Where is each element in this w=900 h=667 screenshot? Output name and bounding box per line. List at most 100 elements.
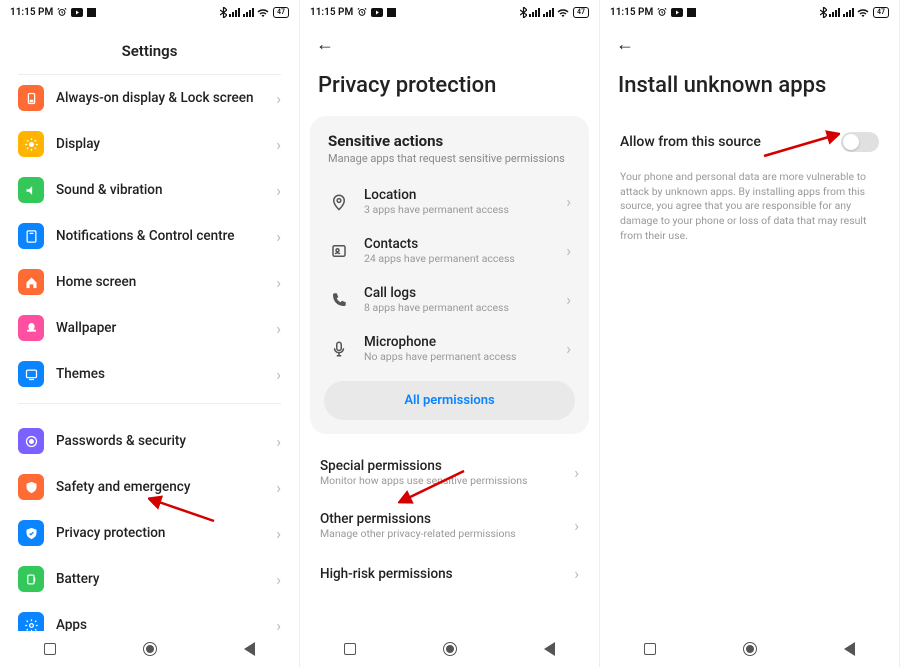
wifi-icon [557, 8, 569, 17]
wifi-icon [257, 8, 269, 17]
bluetooth-icon [220, 7, 227, 18]
chevron-right-icon: › [574, 516, 579, 535]
category-desc: Manage other privacy-related permissions [320, 527, 516, 540]
permission-icon [328, 291, 350, 309]
chevron-right-icon: › [566, 241, 571, 260]
settings-item-icon [18, 269, 44, 295]
back-button[interactable]: ← [616, 34, 634, 55]
page-title: Settings [0, 22, 299, 74]
permission-label: Location [364, 187, 509, 203]
permission-label: Call logs [364, 285, 509, 301]
settings-screen: 11:15 PM 47 Settings Always-on display &… [0, 0, 300, 667]
alarm-icon [57, 7, 67, 17]
settings-item-icon [18, 177, 44, 203]
permission-item[interactable]: Contacts24 apps have permanent access› [318, 226, 581, 275]
settings-item[interactable]: Notifications & Control centre› [0, 213, 299, 259]
page-title: Install unknown apps [600, 59, 899, 116]
permission-desc: 8 apps have permanent access [364, 301, 509, 314]
settings-item[interactable]: Display › [0, 121, 299, 167]
nav-recents[interactable] [344, 643, 356, 655]
permission-desc: No apps have permanent access [364, 350, 516, 363]
card-subtitle: Manage apps that request sensitive permi… [318, 150, 581, 177]
settings-item[interactable]: Always-on display & Lock screen› [0, 75, 299, 121]
chevron-right-icon: › [566, 290, 571, 309]
settings-item-label: Wallpaper [56, 320, 264, 336]
nav-bar [0, 631, 299, 667]
chevron-right-icon: › [276, 570, 281, 589]
settings-item[interactable]: Passwords & security › [0, 418, 299, 464]
settings-item[interactable]: Safety and emergency › [0, 464, 299, 510]
allow-from-source-toggle[interactable] [841, 132, 879, 152]
category-desc: Monitor how apps use sensitive permissio… [320, 474, 527, 487]
nav-home[interactable] [443, 642, 457, 656]
square-icon [87, 8, 96, 17]
card-title: Sensitive actions [318, 132, 581, 150]
settings-item-icon [18, 361, 44, 387]
permission-item[interactable]: MicrophoneNo apps have permanent access › [318, 324, 581, 373]
signal-icon-2 [543, 8, 555, 17]
nav-home[interactable] [743, 642, 757, 656]
permission-category-item[interactable]: High-risk permissions› [300, 552, 599, 595]
settings-item-label: Display [56, 136, 264, 152]
permission-item[interactable]: Location3 apps have permanent access› [318, 177, 581, 226]
permission-desc: 3 apps have permanent access [364, 203, 509, 216]
settings-item-icon [18, 428, 44, 454]
settings-item[interactable]: Battery › [0, 556, 299, 602]
signal-icon [829, 8, 841, 17]
battery-icon: 47 [873, 7, 889, 18]
nav-recents[interactable] [44, 643, 56, 655]
nav-home[interactable] [143, 642, 157, 656]
signal-icon-2 [843, 8, 855, 17]
chevron-right-icon: › [574, 564, 579, 583]
allow-from-source-row[interactable]: Allow from this source [600, 116, 899, 160]
nav-bar [300, 631, 599, 667]
settings-item[interactable]: Privacy protection› [0, 510, 299, 556]
permission-item[interactable]: Call logs8 apps have permanent access › [318, 275, 581, 324]
settings-item-icon [18, 474, 44, 500]
permission-label: Contacts [364, 236, 515, 252]
chevron-right-icon: › [276, 365, 281, 384]
settings-item[interactable]: Themes› [0, 351, 299, 397]
nav-back[interactable] [544, 642, 555, 656]
chevron-right-icon: › [566, 339, 571, 358]
chevron-right-icon: › [276, 135, 281, 154]
install-unknown-apps-screen: 11:15 PM 47 ← Install unknown apps Allow… [600, 0, 900, 667]
settings-item-label: Safety and emergency [56, 479, 264, 495]
signal-icon [529, 8, 541, 17]
nav-back[interactable] [244, 642, 255, 656]
permission-icon [328, 193, 350, 211]
settings-item-label: Battery [56, 571, 264, 587]
back-button[interactable]: ← [316, 34, 334, 55]
square-icon [387, 8, 396, 17]
sensitive-actions-card: Sensitive actions Manage apps that reque… [310, 116, 589, 434]
battery-icon: 47 [273, 7, 289, 18]
permission-icon [328, 242, 350, 260]
settings-item[interactable]: Wallpaper› [0, 305, 299, 351]
chevron-right-icon: › [276, 478, 281, 497]
status-time: 11:15 PM [310, 7, 353, 18]
nav-back[interactable] [844, 642, 855, 656]
square-icon [687, 8, 696, 17]
permission-category-item[interactable]: Other permissionsManage other privacy-re… [300, 499, 599, 552]
youtube-icon [71, 8, 83, 17]
settings-item-label: Passwords & security [56, 433, 264, 449]
chevron-right-icon: › [276, 227, 281, 246]
settings-item-label: Home screen [56, 274, 264, 290]
permission-label: Microphone [364, 334, 516, 350]
nav-recents[interactable] [644, 643, 656, 655]
chevron-right-icon: › [276, 432, 281, 451]
all-permissions-button[interactable]: All permissions [324, 381, 575, 420]
youtube-icon [671, 8, 683, 17]
settings-item-icon [18, 85, 44, 111]
settings-item-label: Sound & vibration [56, 182, 264, 198]
settings-item[interactable]: Sound & vibration› [0, 167, 299, 213]
permission-icon [328, 340, 350, 358]
toggle-label: Allow from this source [620, 134, 761, 150]
permission-category-item[interactable]: Special permissionsMonitor how apps use … [300, 446, 599, 499]
status-bar: 11:15 PM 47 [600, 0, 899, 22]
settings-item-icon [18, 131, 44, 157]
category-label: Other permissions [320, 511, 516, 527]
settings-item[interactable]: Home screen› [0, 259, 299, 305]
warning-text: Your phone and personal data are more vu… [600, 160, 899, 253]
battery-icon: 47 [573, 7, 589, 18]
